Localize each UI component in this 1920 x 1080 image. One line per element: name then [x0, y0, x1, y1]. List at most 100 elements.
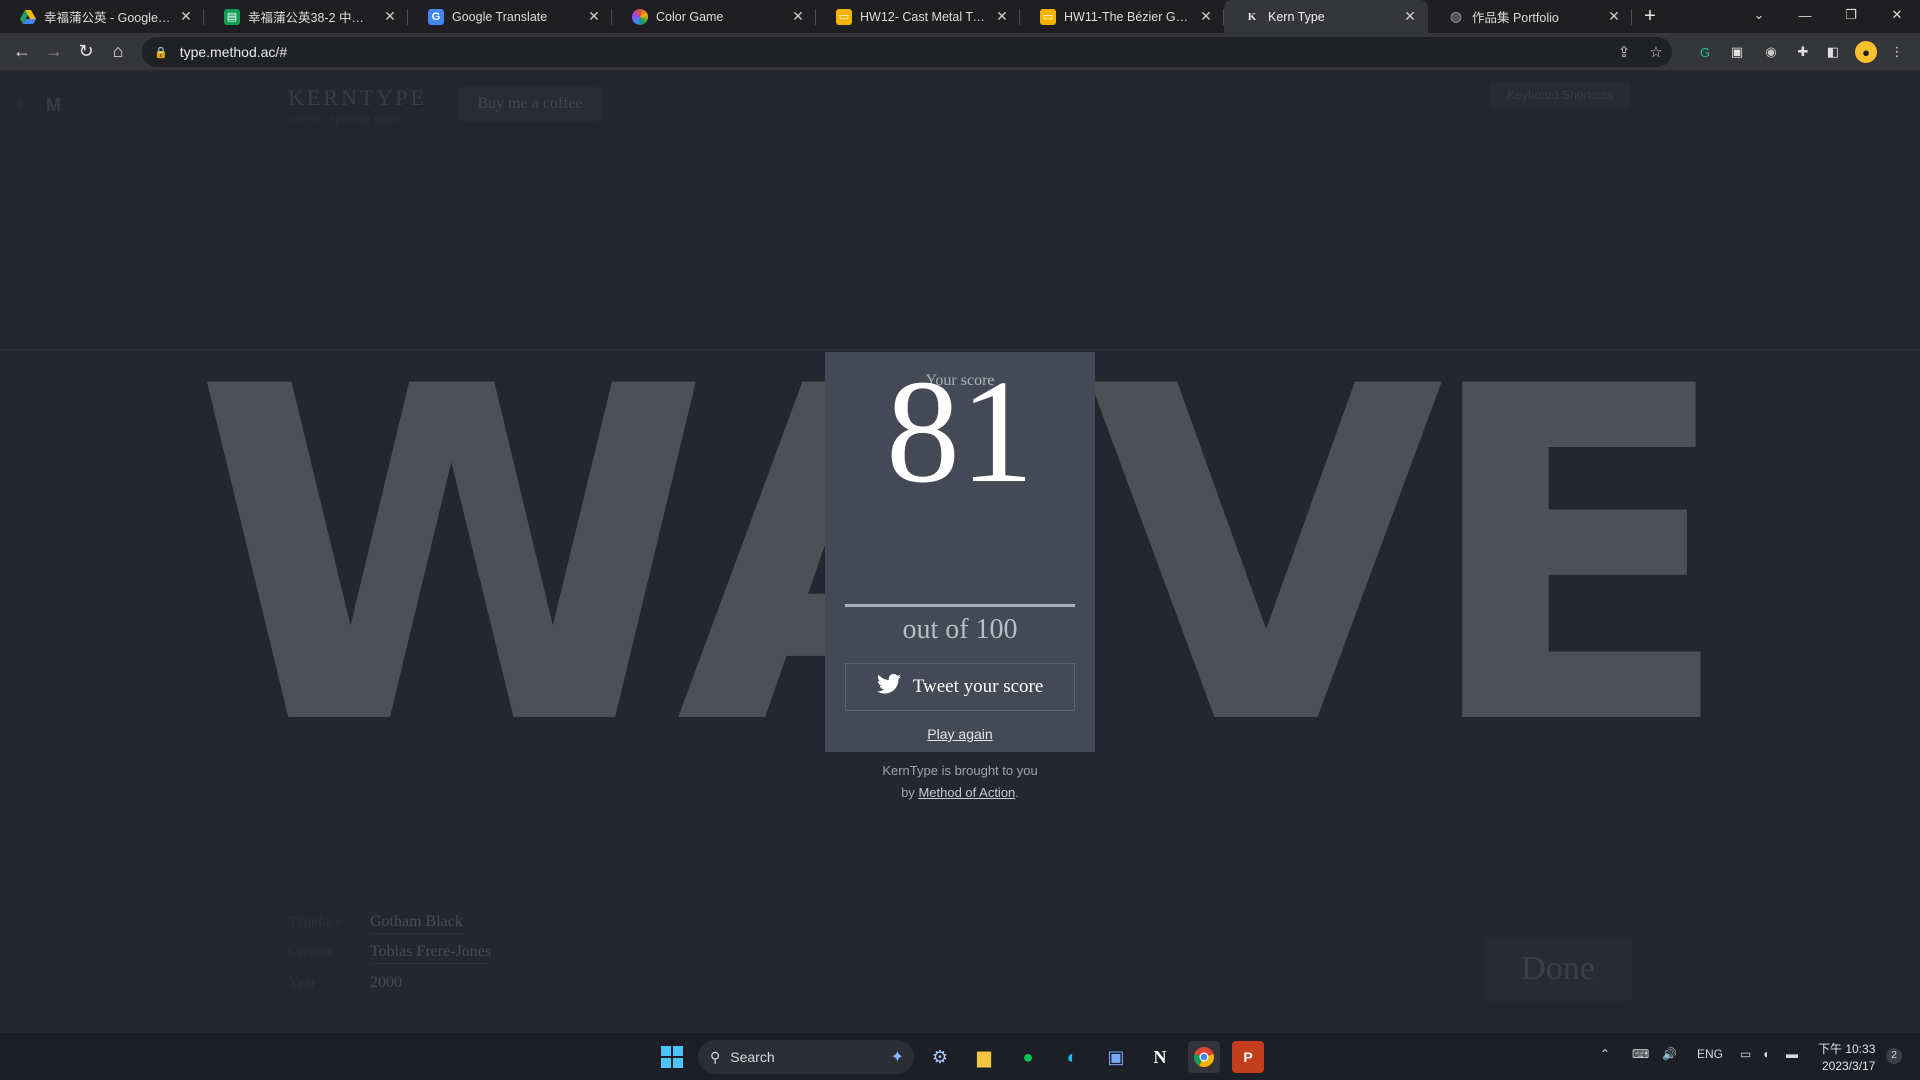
taskbar-search-box[interactable]: ⚲ Search ✦: [698, 1040, 914, 1074]
bookmark-star-icon[interactable]: ☆: [1640, 43, 1672, 61]
tab-title: 幸福蒲公英38-2 中英印尼語: [248, 11, 376, 25]
kerntype-icon: K: [1247, 10, 1257, 23]
clock-date: 2023/3/17: [1821, 1059, 1876, 1073]
line-app-icon[interactable]: ●: [1012, 1041, 1044, 1073]
file-explorer-icon[interactable]: ▆: [968, 1041, 1000, 1073]
credit-end: .: [1015, 785, 1019, 800]
windows-start-icon[interactable]: [656, 1041, 688, 1073]
settings-gear-icon[interactable]: ⚙: [924, 1041, 956, 1073]
new-tab-button[interactable]: +: [1632, 0, 1668, 33]
letter-w[interactable]: W: [193, 329, 711, 789]
method-logo-icon[interactable]: M: [46, 95, 61, 116]
buy-coffee-button[interactable]: Buy me a coffee: [458, 87, 602, 121]
search-highlight-icon: ✦: [890, 1049, 904, 1066]
credit-text: KernType is brought to you by Method of …: [825, 760, 1095, 804]
close-icon[interactable]: ✕: [586, 8, 602, 25]
close-icon[interactable]: ✕: [382, 8, 398, 25]
tab-title: 作品集 Portfolio: [1472, 11, 1559, 25]
letter-v[interactable]: V: [1088, 329, 1444, 789]
score-out-of: out of 100: [902, 614, 1018, 645]
tab-search-icon[interactable]: ⌄: [1736, 0, 1782, 30]
grammarly-icon[interactable]: G: [1694, 41, 1716, 63]
done-button[interactable]: Done: [1484, 937, 1632, 1001]
close-icon[interactable]: ✕: [1198, 8, 1214, 25]
forward-arrow-icon[interactable]: →: [38, 36, 70, 68]
close-window-icon[interactable]: ✕: [1874, 0, 1920, 30]
back-chevron-icon[interactable]: ‹: [18, 93, 24, 114]
clock-time: 下午 10:33: [1818, 1042, 1876, 1056]
tab-portfolio[interactable]: ◍ 作品集 Portfolio ✕: [1428, 0, 1632, 33]
google-drive-icon: [20, 9, 36, 25]
creator-row: Creator Tobias Frere-Jones: [288, 943, 492, 964]
volume-icon[interactable]: ◖: [1762, 1047, 1769, 1061]
home-icon[interactable]: ⌂: [102, 36, 134, 68]
typeface-label: Typeface: [288, 914, 343, 930]
tab-title: Kern Type: [1268, 9, 1325, 24]
minimize-icon[interactable]: —: [1782, 0, 1828, 30]
tab-title: Google Translate: [452, 9, 548, 24]
kerntype-page: ‹ M KERNTYPE a letter spacing game Buy m…: [0, 71, 1920, 1032]
keyboard-shortcuts-button[interactable]: Keyboard Shortcuts: [1490, 82, 1630, 108]
close-icon[interactable]: ✕: [1606, 8, 1622, 25]
score-divider: [845, 604, 1075, 607]
close-icon[interactable]: ✕: [994, 8, 1010, 25]
notification-badge[interactable]: 2: [1886, 1048, 1902, 1064]
profile-avatar[interactable]: ●: [1855, 41, 1877, 63]
edge-browser-icon[interactable]: ◐: [1056, 1041, 1088, 1073]
google-slides-icon: ▭: [836, 8, 852, 25]
tweet-score-button[interactable]: Tweet your score: [845, 663, 1075, 711]
close-icon[interactable]: ✕: [178, 8, 194, 25]
language-indicator[interactable]: ENG: [1697, 1047, 1723, 1061]
tab-strip: 幸福蒲公英 - Google Drive ✕ ▤ 幸福蒲公英38-2 中英印尼語…: [0, 0, 1920, 33]
tab-google-drive[interactable]: 幸福蒲公英 - Google Drive ✕: [0, 0, 204, 33]
extension-window-icon[interactable]: ▣: [1726, 41, 1748, 63]
lock-icon[interactable]: 🔒: [154, 46, 168, 59]
google-sheets-icon: ▤: [224, 8, 240, 25]
share-icon[interactable]: ⇪: [1608, 43, 1640, 61]
tab-color-game[interactable]: Color Game ✕: [612, 0, 816, 33]
reload-icon[interactable]: ↻: [70, 36, 102, 68]
extensions-puzzle-icon[interactable]: ✚: [1792, 41, 1814, 63]
input-indicator-icon[interactable]: ⌨: [1632, 1047, 1649, 1061]
tab-google-sheets[interactable]: ▤ 幸福蒲公英38-2 中英印尼語 ✕: [204, 0, 408, 33]
powerpoint-icon[interactable]: P: [1232, 1041, 1264, 1073]
typeface-value[interactable]: Gotham Black: [370, 913, 463, 934]
tray-overflow-icon[interactable]: ⌃: [1600, 1047, 1610, 1061]
method-of-action-link[interactable]: Method of Action: [918, 785, 1015, 800]
notion-icon[interactable]: N: [1144, 1041, 1176, 1073]
color-wheel-icon: [632, 8, 648, 25]
typeface-row: Typeface Gotham Black: [288, 913, 463, 934]
extension-globe-icon[interactable]: ◉: [1760, 41, 1782, 63]
creator-value[interactable]: Tobias Frere-Jones: [370, 943, 492, 964]
side-panel-icon[interactable]: ◧: [1822, 41, 1844, 63]
tab-title: 幸福蒲公英 - Google Drive: [44, 11, 172, 25]
score-card: Your score 81 out of 100 Tweet your scor…: [825, 352, 1095, 800]
network-icon[interactable]: ▭: [1740, 1047, 1751, 1061]
restore-icon[interactable]: ❐: [1828, 0, 1874, 30]
remote-desktop-icon[interactable]: ▣: [1100, 1041, 1132, 1073]
brand-title[interactable]: KERNTYPE: [288, 85, 427, 111]
play-again-wrapper: Play again: [825, 726, 1095, 744]
tab-kern-type[interactable]: K Kern Type ✕: [1224, 0, 1428, 33]
url-text: type.method.ac/#: [179, 44, 288, 60]
year-value: 2000: [370, 974, 402, 991]
back-arrow-icon[interactable]: ←: [6, 36, 38, 68]
menu-dots-icon[interactable]: ⋮: [1886, 41, 1908, 63]
close-icon[interactable]: ✕: [1402, 8, 1418, 25]
twitter-bird-icon: [876, 674, 901, 700]
brand-subtitle: a letter spacing game: [288, 113, 403, 125]
chrome-icon[interactable]: [1188, 1041, 1220, 1073]
search-icon: ⚲: [710, 1048, 721, 1065]
close-icon[interactable]: ✕: [790, 8, 806, 25]
address-bar[interactable]: 🔒 type.method.ac/# ⇪ ☆: [142, 37, 1672, 67]
play-again-link[interactable]: Play again: [927, 726, 992, 742]
taskbar-clock[interactable]: 下午 10:33 2023/3/17: [1818, 1041, 1875, 1075]
tab-hw12[interactable]: ▭ HW12- Cast Metal Type.pptx ✕: [816, 0, 1020, 33]
year-row: Year 2000: [288, 974, 402, 994]
speaker-icon[interactable]: 🔊: [1662, 1047, 1677, 1061]
tab-google-translate[interactable]: G Google Translate ✕: [408, 0, 612, 33]
tab-hw11[interactable]: ▭ HW11-The Bézier Game.pptx ✕: [1020, 0, 1224, 33]
letter-e[interactable]: E: [1420, 329, 1734, 789]
battery-icon[interactable]: ▬: [1786, 1047, 1798, 1061]
windows-taskbar: ⚲ Search ✦ ⚙ ▆ ● ◐ ▣ N P ⌃ ⌨ 🔊 ENG ▭ ◖ ▬…: [0, 1032, 1920, 1080]
